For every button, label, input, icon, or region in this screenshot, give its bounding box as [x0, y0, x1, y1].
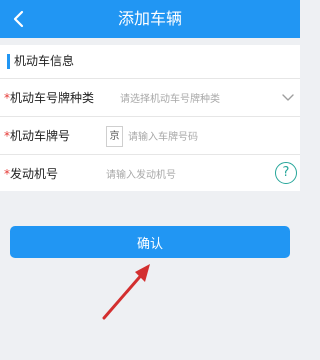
engine-number-label-text: 发动机号 [10, 167, 59, 181]
vehicle-info-card: 机动车信息 *机动车号牌种类 *机动车牌号 京 *发动机号 ? [0, 45, 300, 191]
plate-number-input[interactable] [128, 126, 278, 148]
plate-number-label: *机动车牌号 [4, 128, 70, 145]
engine-number-row: *发动机号 ? [0, 156, 300, 193]
engine-number-label: *发动机号 [4, 166, 58, 183]
plate-province-prefix[interactable]: 京 [106, 126, 123, 147]
plate-type-select[interactable] [120, 88, 270, 110]
plate-type-row[interactable]: *机动车号牌种类 [0, 80, 300, 117]
top-bar: 添加车辆 [0, 0, 300, 38]
confirm-button[interactable]: 确认 [10, 226, 290, 258]
chevron-left-icon[interactable] [4, 4, 34, 34]
help-icon[interactable]: ? [275, 162, 297, 184]
chevron-down-icon[interactable] [281, 93, 295, 103]
engine-number-input[interactable] [106, 164, 266, 186]
red-arrow-icon [102, 264, 150, 320]
section-accent-bar [7, 54, 10, 69]
plate-number-row: *机动车牌号 京 [0, 118, 300, 155]
plate-number-label-text: 机动车牌号 [10, 129, 71, 143]
section-title: 机动车信息 [14, 54, 75, 68]
page-title: 添加车辆 [117, 9, 182, 28]
section-header: 机动车信息 [0, 45, 300, 79]
plate-type-label: *机动车号牌种类 [4, 90, 94, 107]
plate-type-label-text: 机动车号牌种类 [10, 91, 95, 105]
